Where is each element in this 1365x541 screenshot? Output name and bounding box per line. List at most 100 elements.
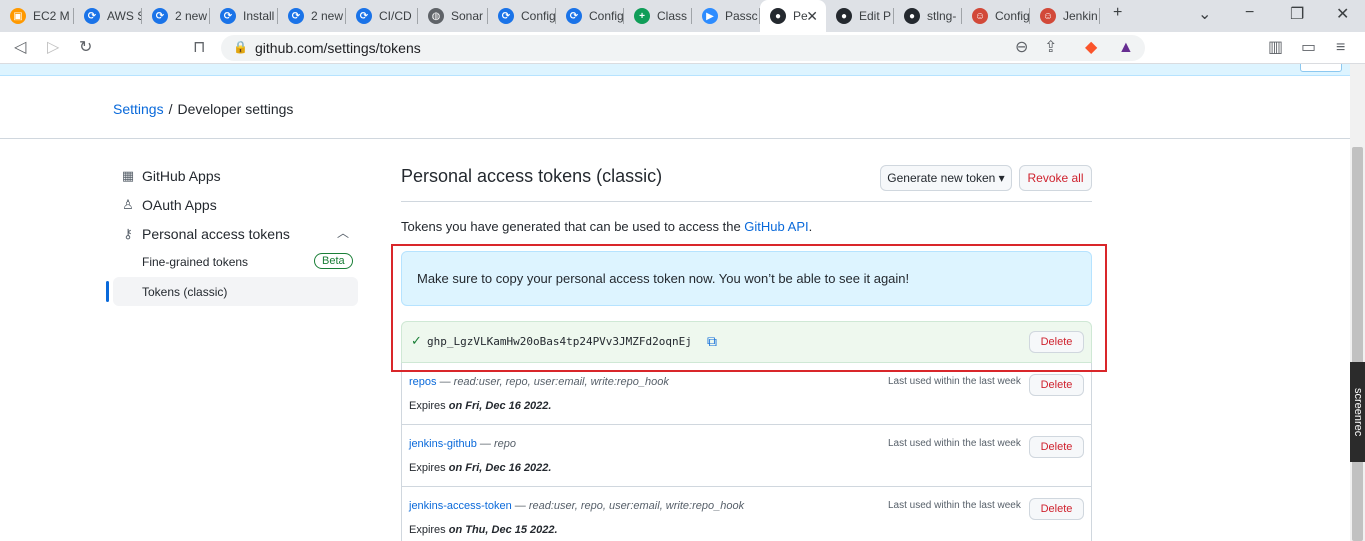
jenkins-icon: ☺ [972,8,988,24]
last-used: Last used within the last week [888,500,1021,511]
token-expiry: Expires on Fri, Dec 16 2022. [409,462,551,474]
chevron-up-icon[interactable]: ︿ [337,224,349,241]
token-list: repos — read:user, repo, user:email, wri… [401,363,1092,541]
sidebar-item-oauth-apps[interactable]: ♙ OAuth Apps [120,197,217,213]
breadcrumb-current: Developer settings [177,101,294,117]
sidebar-item-personal-access-tokens[interactable]: ⚷ Personal access tokens [120,226,290,242]
close-window-button[interactable]: ✕ [1336,4,1349,24]
browser-tab[interactable]: ☺ Config [962,0,1030,32]
sidebar-item-tokens-classic[interactable]: Tokens (classic) [142,285,227,299]
browser-tab[interactable]: ● Edit P [826,0,894,32]
tab-label: Jenkin [1063,9,1098,23]
github-api-link[interactable]: GitHub API [744,219,808,234]
browser-tab[interactable]: ⟳ Config [556,0,624,32]
token-name-link[interactable]: jenkins-access-token [409,500,512,512]
expires-label: Expires [409,524,449,536]
browser-tab[interactable]: ● stlng- [894,0,962,32]
intro-prefix: Tokens you have generated that can be us… [401,219,745,234]
expires-date: on Fri, Dec 16 2022. [448,400,552,412]
browser-tab[interactable]: ▣ EC2 M [0,0,74,32]
revoke-all-button[interactable]: Revoke all [1019,165,1092,191]
token-scopes: read:user, repo, user:email, write:repo_… [528,500,745,512]
browser-tab[interactable]: ◍ Sonar [418,0,488,32]
jenkins-icon: ☺ [1040,8,1056,24]
browser-tab[interactable]: ▶ Passc [692,0,760,32]
sidebar-item-label: GitHub Apps [142,168,221,184]
apps-grid-icon: ▦ [121,168,135,183]
token-name-link[interactable]: jenkins-github [409,438,477,450]
browser-tab[interactable]: ⟳ Install [210,0,278,32]
brave-shield-icon[interactable]: ◆ [1085,38,1097,58]
share-icon[interactable]: ⇪ [1044,38,1057,58]
browser-tab[interactable]: ⟳ 2 new [142,0,210,32]
beta-badge: Beta [314,253,353,269]
browser-tab[interactable]: ⟳ CI/CD [346,0,418,32]
tab-label: 2 new [311,9,344,23]
wallet-icon[interactable]: ▭ [1301,38,1316,58]
menu-icon[interactable]: ≡ [1336,38,1345,58]
delete-button[interactable]: Delete [1029,498,1084,520]
zoom-icon[interactable]: ⊖ [1015,38,1028,58]
selected-indicator [106,281,109,302]
tab-label: Config [995,9,1030,23]
browser-tab[interactable]: ● Pe ✕ [760,0,826,32]
tab-label: EC2 M [33,9,70,23]
tab-label: CI/CD [379,9,412,23]
token-row: jenkins-github — repo Expires on Fri, De… [402,425,1091,487]
github-page: Settings / Developer settings ▦ GitHub App… [0,64,1350,541]
restore-button[interactable]: ❐ [1290,4,1304,24]
tab-label: Config [521,9,556,23]
tab-label: AWS S [107,9,142,23]
sidebar-item-github-apps[interactable]: ▦ GitHub Apps [120,168,221,184]
forward-icon[interactable]: ▷ [47,38,59,58]
generate-new-token-button[interactable]: Generate new token ▾ [880,165,1012,191]
devops-icon: ⟳ [498,8,514,24]
globe-icon: ◍ [428,8,444,24]
devops-icon: ⟳ [566,8,582,24]
scrollbar-thumb[interactable] [1352,147,1363,541]
browser-tab[interactable]: + Class [624,0,692,32]
intro-suffix: . [808,219,813,234]
delete-button[interactable]: Delete [1029,374,1084,396]
divider [401,201,1092,202]
breadcrumb-settings-link[interactable]: Settings [113,101,164,117]
brave-rewards-icon[interactable]: ▲ [1118,38,1134,58]
url-text[interactable]: github.com/settings/tokens [255,40,421,56]
new-tab-button[interactable]: + [1113,4,1122,22]
browser-tab[interactable]: ⟳ 2 new [278,0,346,32]
tab-label: Config [589,9,624,23]
breadcrumb: Settings / Developer settings [113,101,293,117]
divider [0,138,1350,139]
token-scopes: repo [494,438,517,450]
expires-label: Expires [409,462,449,474]
close-tab-icon[interactable]: ✕ [806,8,818,25]
minimize-button[interactable]: − [1245,4,1254,22]
reload-icon[interactable]: ↻ [79,38,92,58]
flash-dismiss-button[interactable] [1300,64,1342,72]
tab-label: Install [243,9,275,23]
intro-text: Tokens you have generated that can be us… [401,219,812,234]
back-icon[interactable]: ◁ [14,38,26,58]
tab-search-icon[interactable]: ⌄ [1198,4,1211,24]
sidebar-item-label: Personal access tokens [142,226,290,242]
expires-date: on Thu, Dec 15 2022. [448,524,558,536]
sidebar-item-label: OAuth Apps [142,197,217,213]
last-used: Last used within the last week [888,438,1021,449]
address-bar[interactable]: 🔒 github.com/settings/tokens ⊖ ⇪ [221,35,1145,61]
token-row: repos — read:user, repo, user:email, wri… [402,363,1091,425]
browser-tab[interactable]: ⟳ AWS S [74,0,142,32]
token-row: jenkins-access-token — read:user, repo, … [402,487,1091,541]
delete-button[interactable]: Delete [1029,436,1084,458]
expires-date: on Fri, Dec 16 2022. [448,462,552,474]
aws-icon: ▣ [10,8,26,24]
browser-tab[interactable]: ⟳ Config [488,0,556,32]
sidebar-icon[interactable]: ▥ [1268,38,1283,58]
tab-label: 2 new [175,9,208,23]
token-scopes: read:user, repo, user:email, write:repo_… [453,376,669,388]
sidebar-item-fine-grained-tokens[interactable]: Fine-grained tokens [142,255,248,269]
token-name-link[interactable]: repos [409,376,437,388]
browser-tab[interactable]: ☺ Jenkin [1030,0,1100,32]
screenrec-watermark: screenrec [1350,362,1365,462]
bookmark-icon[interactable]: ⊓ [193,38,205,58]
lock-icon: 🔒 [233,40,248,54]
